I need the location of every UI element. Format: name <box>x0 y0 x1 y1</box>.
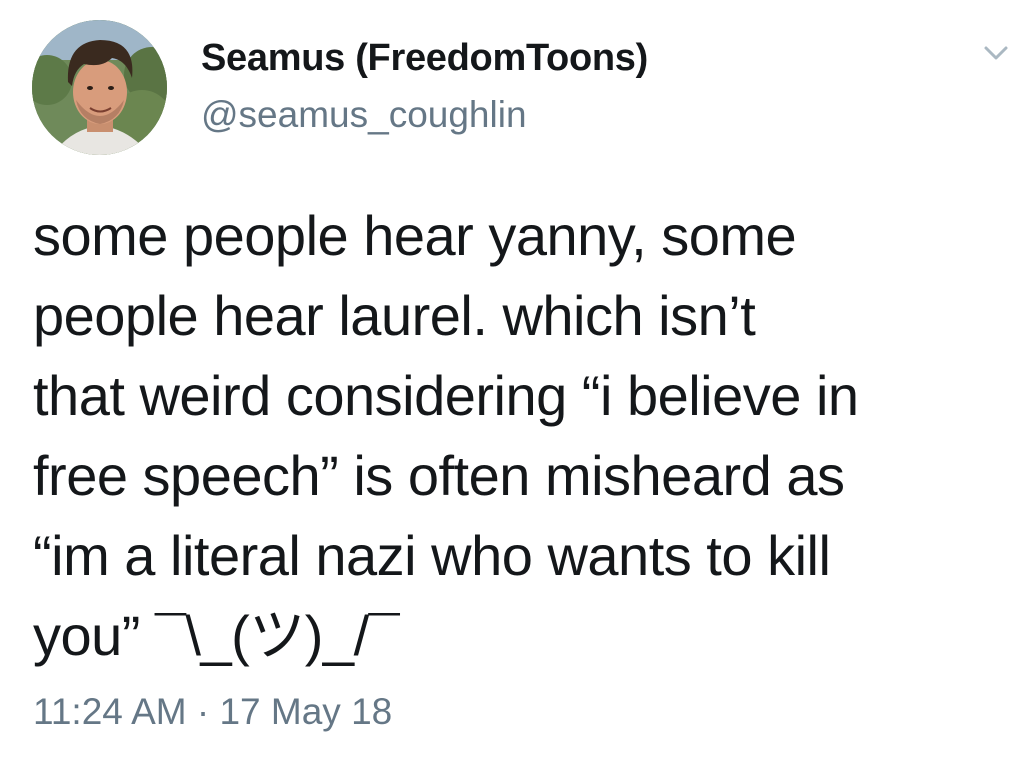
avatar[interactable] <box>32 20 167 155</box>
user-handle[interactable]: @seamus_coughlin <box>201 94 527 136</box>
tweet-timestamp[interactable]: 11:24 AM · 17 May 18 <box>33 691 392 733</box>
display-name[interactable]: Seamus (FreedomToons) <box>201 37 648 80</box>
tweet-text: some people hear yanny, some people hear… <box>33 204 859 667</box>
avatar-image <box>32 20 167 155</box>
chevron-down-icon[interactable] <box>978 38 1014 68</box>
tweet-card: Seamus (FreedomToons) @seamus_coughlin s… <box>0 0 1024 762</box>
